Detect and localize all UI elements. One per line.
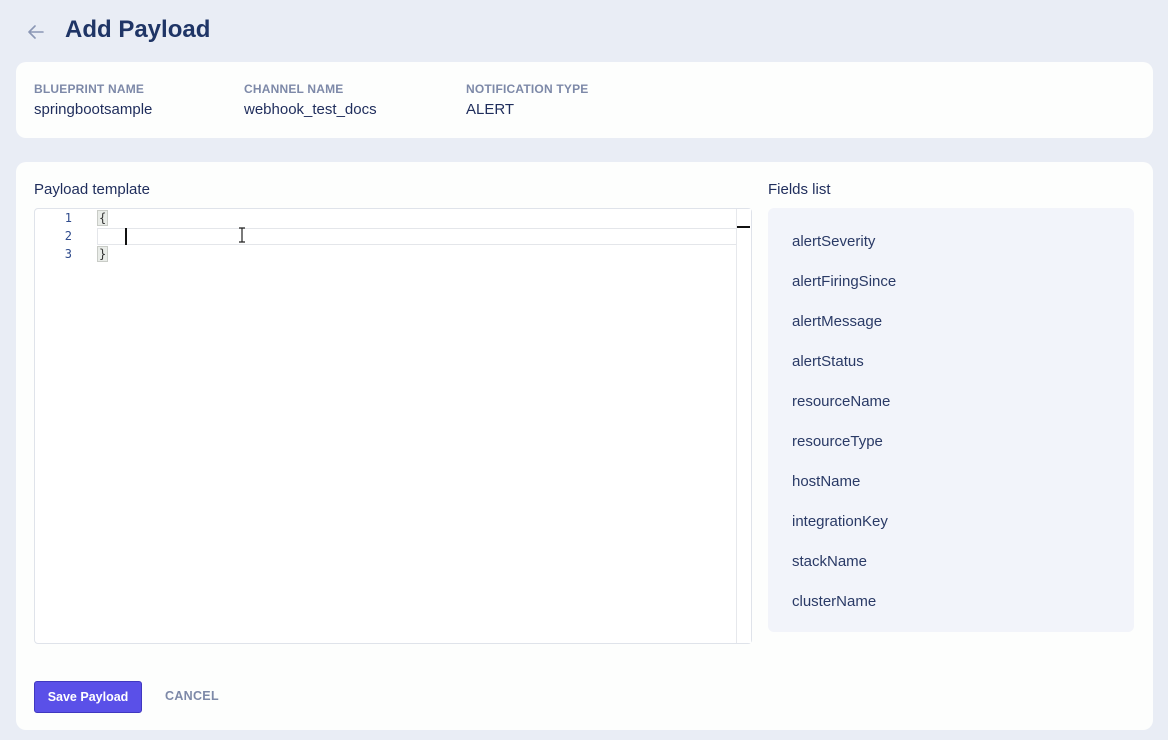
- fields-list-title: Fields list: [768, 181, 831, 198]
- editor-scrollbar[interactable]: [736, 209, 751, 643]
- field-item-alertfiringsince[interactable]: alertFiringSince: [792, 273, 896, 290]
- cancel-button[interactable]: CANCEL: [165, 689, 219, 703]
- editor-gutter: 1 2 3: [35, 209, 93, 643]
- line-number: 1: [64, 211, 72, 225]
- arrow-left-icon: [28, 25, 44, 39]
- field-item-alertstatus[interactable]: alertStatus: [792, 353, 864, 370]
- open-brace: {: [97, 210, 109, 226]
- notification-type-value: ALERT: [466, 101, 515, 118]
- code-line[interactable]: }: [97, 245, 109, 263]
- blueprint-name-label: BLUEPRINT NAME: [34, 82, 145, 96]
- field-item-resourcename[interactable]: resourceName: [792, 393, 890, 410]
- save-payload-button[interactable]: Save Payload: [34, 681, 142, 713]
- channel-info: CHANNEL NAME webhook_test_docs: [244, 82, 377, 118]
- scrollbar-cursor-marker: [737, 226, 750, 228]
- field-item-alertmessage[interactable]: alertMessage: [792, 313, 882, 330]
- notification-type-label: NOTIFICATION TYPE: [466, 82, 589, 96]
- payload-template-title: Payload template: [34, 181, 150, 198]
- line-number: 3: [64, 247, 72, 261]
- blueprint-info-card: BLUEPRINT NAME springbootsample CHANNEL …: [16, 62, 1153, 138]
- fields-list: alertSeverity alertFiringSince alertMess…: [768, 208, 1134, 632]
- code-line[interactable]: {: [97, 209, 109, 227]
- blueprint-name-value: springbootsample: [34, 101, 153, 118]
- line-number: 2: [64, 229, 72, 243]
- text-cursor-icon: [239, 227, 245, 243]
- field-item-hostname[interactable]: hostName: [792, 473, 860, 490]
- payload-card: Payload template 1 2 3 { } Fields list a…: [16, 162, 1153, 730]
- notification-info: NOTIFICATION TYPE ALERT: [466, 82, 589, 118]
- payload-code-editor[interactable]: 1 2 3 { }: [34, 208, 752, 644]
- page-header: Add Payload: [0, 0, 1168, 62]
- close-brace: }: [97, 246, 109, 262]
- page-title: Add Payload: [65, 16, 211, 43]
- channel-name-value: webhook_test_docs: [244, 101, 377, 118]
- field-item-stackname[interactable]: stackName: [792, 553, 867, 570]
- text-caret: [125, 228, 127, 245]
- active-line-highlight: [97, 228, 750, 245]
- channel-name-label: CHANNEL NAME: [244, 82, 344, 96]
- field-item-resourcetype[interactable]: resourceType: [792, 433, 883, 450]
- field-item-alertseverity[interactable]: alertSeverity: [792, 233, 875, 250]
- back-button[interactable]: [26, 22, 46, 42]
- field-item-integrationkey[interactable]: integrationKey: [792, 513, 888, 530]
- field-item-clustername[interactable]: clusterName: [792, 593, 876, 610]
- blueprint-info: BLUEPRINT NAME springbootsample: [34, 82, 152, 118]
